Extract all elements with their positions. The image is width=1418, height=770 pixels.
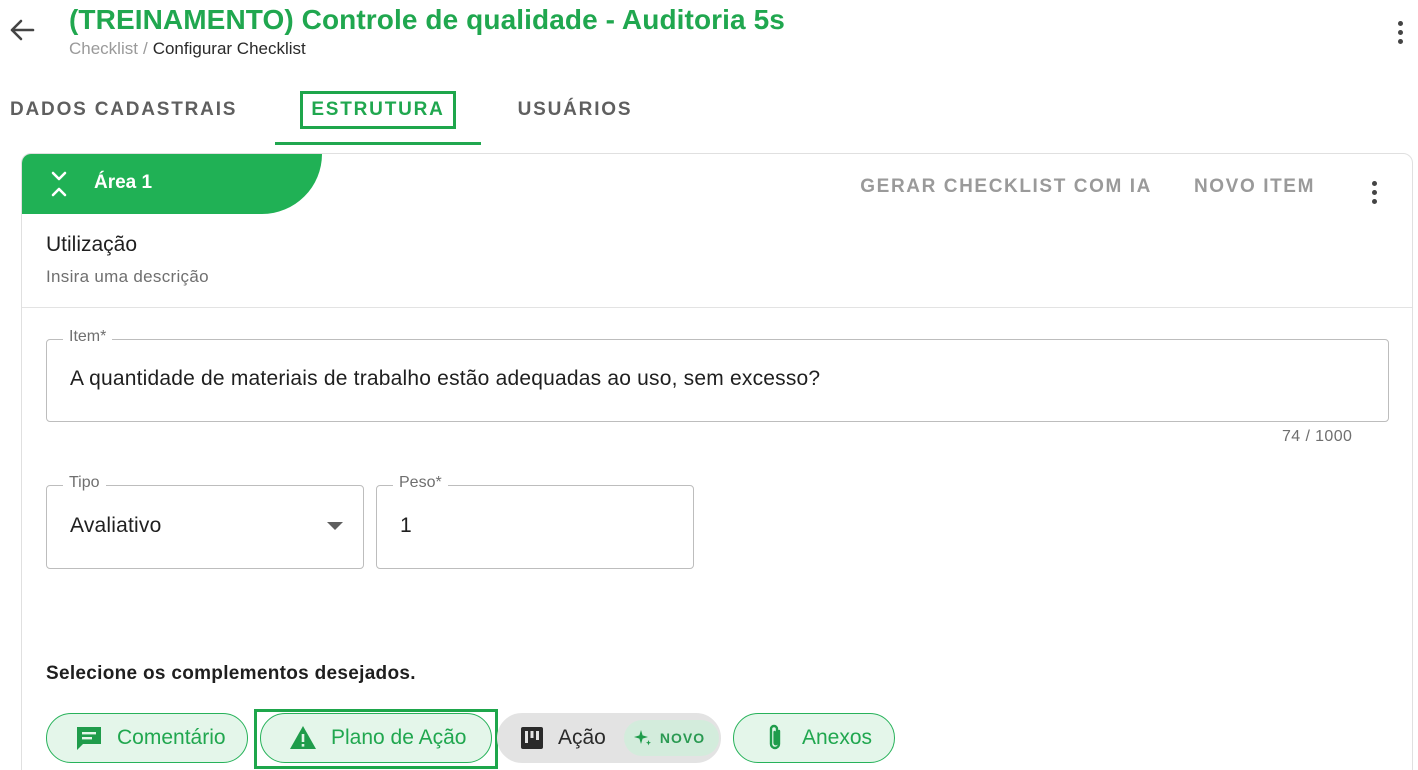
peso-field-value[interactable]: 1 — [400, 514, 412, 538]
character-counter: 74 / 1000 — [1282, 428, 1353, 445]
breadcrumb-parent[interactable]: Checklist — [69, 39, 138, 58]
area-title: Área 1 — [94, 172, 153, 193]
tab-estrutura[interactable]: ESTRUTURA — [275, 76, 481, 144]
item-field[interactable]: Item* A quantidade de materiais de traba… — [46, 328, 1389, 422]
chip-label: Plano de Ação — [331, 726, 467, 749]
breadcrumb-separator: / — [142, 39, 148, 58]
more-vert-icon[interactable] — [1362, 176, 1386, 208]
area-header-badge[interactable]: Área 1 — [22, 154, 322, 214]
acao-chip[interactable]: Ação NOVO — [497, 713, 721, 763]
page-header: (TREINAMENTO) Controle de qualidade - Au… — [0, 0, 1418, 72]
page-title: (TREINAMENTO) Controle de qualidade - Au… — [69, 4, 785, 35]
tab-usuarios[interactable]: USUÁRIOS — [510, 76, 640, 144]
new-item-button[interactable]: NOVO ITEM — [1194, 176, 1315, 198]
sparkle-icon — [633, 730, 651, 746]
attachment-icon — [764, 723, 786, 753]
tipo-select-value: Avaliativo — [70, 514, 162, 537]
breadcrumb-current: Configurar Checklist — [152, 39, 306, 58]
warning-icon — [289, 725, 317, 751]
divider — [22, 307, 1412, 308]
tipo-select[interactable]: Tipo Avaliativo — [46, 474, 364, 569]
generate-checklist-ai-button[interactable]: GERAR CHECKLIST COM IA — [860, 176, 1152, 198]
chip-label: Ação — [558, 726, 606, 749]
novo-badge-label: NOVO — [659, 730, 706, 746]
item-field-label: Item* — [63, 328, 113, 346]
back-arrow-icon[interactable] — [6, 14, 38, 46]
tab-dados-cadastrais[interactable]: DADOS CADASTRAIS — [0, 76, 250, 144]
tab-bar: DADOS CADASTRAIS ESTRUTURA USUÁRIOS — [0, 76, 1418, 146]
kanban-board-icon — [520, 726, 544, 750]
peso-field[interactable]: Peso* 1 — [376, 474, 694, 569]
tab-label: DADOS CADASTRAIS — [10, 99, 238, 120]
tab-label: ESTRUTURA — [300, 91, 456, 129]
area-card: Área 1 GERAR CHECKLIST COM IA NOVO ITEM … — [21, 153, 1413, 770]
tab-label: USUÁRIOS — [517, 99, 633, 120]
comment-icon — [75, 725, 103, 751]
item-field-value[interactable]: A quantidade de materiais de trabalho es… — [70, 367, 820, 391]
novo-badge: NOVO — [623, 720, 720, 756]
complements-title: Selecione os complementos desejados. — [46, 663, 416, 684]
more-vert-icon[interactable] — [1388, 16, 1412, 48]
comentario-chip[interactable]: Comentário — [46, 713, 248, 763]
section-name[interactable]: Utilização — [46, 233, 137, 257]
dropdown-caret-icon — [327, 522, 343, 530]
collapse-icon[interactable] — [46, 170, 72, 198]
chip-label: Anexos — [802, 726, 873, 749]
chip-label: Comentário — [117, 726, 226, 749]
active-tab-indicator — [275, 142, 481, 145]
area-actions: GERAR CHECKLIST COM IA NOVO ITEM — [812, 168, 1412, 212]
plano-de-acao-chip[interactable]: Plano de Ação — [260, 713, 492, 763]
breadcrumb: Checklist / Configurar Checklist — [69, 39, 306, 59]
tipo-select-label: Tipo — [63, 474, 106, 492]
section-description[interactable]: Insira uma descrição — [46, 267, 209, 287]
anexos-chip[interactable]: Anexos — [733, 713, 895, 763]
peso-field-label: Peso* — [393, 474, 448, 492]
